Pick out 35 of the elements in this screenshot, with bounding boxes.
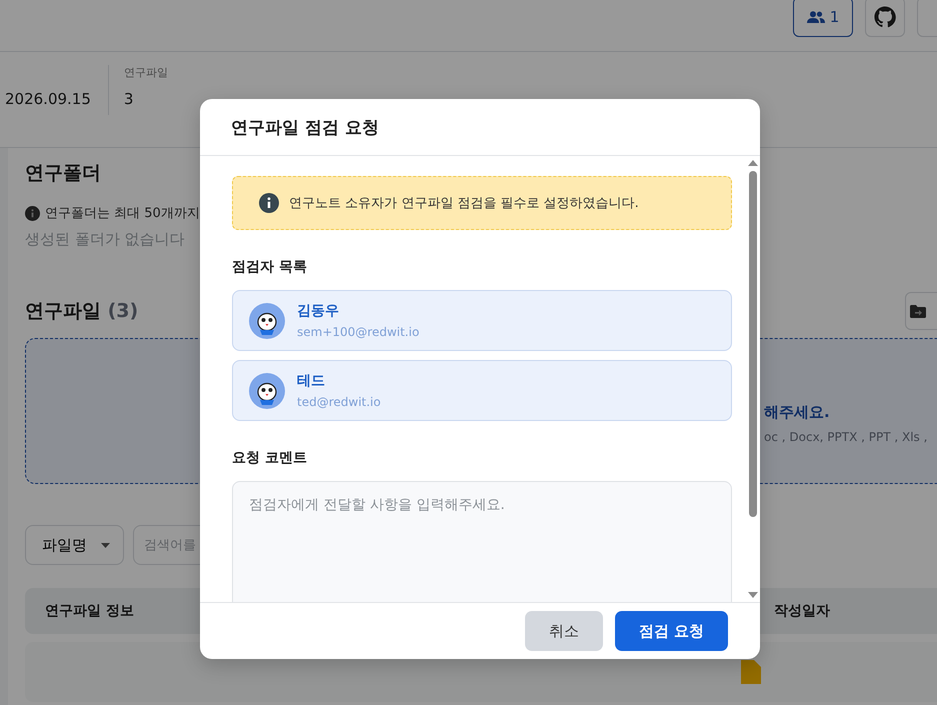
column-header: 연구파일 정보 [45, 602, 134, 620]
people-icon [806, 11, 825, 23]
comment-field[interactable]: 점검자에게 전달할 사항을 입력해주세요. [232, 481, 732, 602]
files-count: 3 [124, 90, 134, 108]
reviewer-name: 테드 [297, 372, 326, 390]
column-header: 작성일자 [774, 602, 830, 620]
caret-icon [101, 542, 110, 548]
move-folder-button[interactable] [905, 292, 937, 330]
cancel-button[interactable]: 취소 [524, 611, 603, 651]
dropzone-formats: oc , Docx, PPTX , PPT , Xls , [764, 430, 928, 444]
dialog-title: 연구파일 점검 요청 [231, 116, 379, 138]
info-icon [259, 193, 279, 213]
avatar-icon [249, 302, 285, 338]
github-button[interactable] [865, 0, 905, 37]
github-icon [874, 6, 896, 28]
field-select[interactable]: 파일명 [25, 525, 124, 565]
notice-text: 연구노트 소유자가 연구파일 점검을 필수로 설정하였습니다. [289, 195, 639, 212]
members-button[interactable]: 1 [793, 0, 853, 37]
reviewer-email: ted@redwit.io [297, 395, 381, 409]
reviewer-name: 김동우 [297, 302, 340, 320]
files-label: 연구파일 [124, 65, 168, 80]
folders-notice: 연구폴더는 최대 50개까지 [45, 205, 200, 222]
reviewer-email: sem+100@redwit.io [297, 325, 420, 339]
comment-label: 요청 코멘트 [232, 449, 308, 467]
period-end-date: 2026.09.15 [0, 65, 109, 115]
file-icon [741, 660, 761, 684]
reviewers-label: 점검자 목록 [232, 258, 308, 276]
avatar-icon [249, 372, 285, 408]
folders-title: 연구폴더 [25, 161, 102, 186]
files-title: 연구파일 (3) [25, 299, 138, 324]
request-review-button[interactable]: 점검 요청 [614, 611, 728, 651]
info-icon [25, 206, 40, 220]
dropzone-title: 해주세요. [764, 403, 831, 422]
folder-icon [910, 304, 926, 318]
empty-folders-text: 생성된 폴더가 없습니다 [25, 230, 186, 249]
